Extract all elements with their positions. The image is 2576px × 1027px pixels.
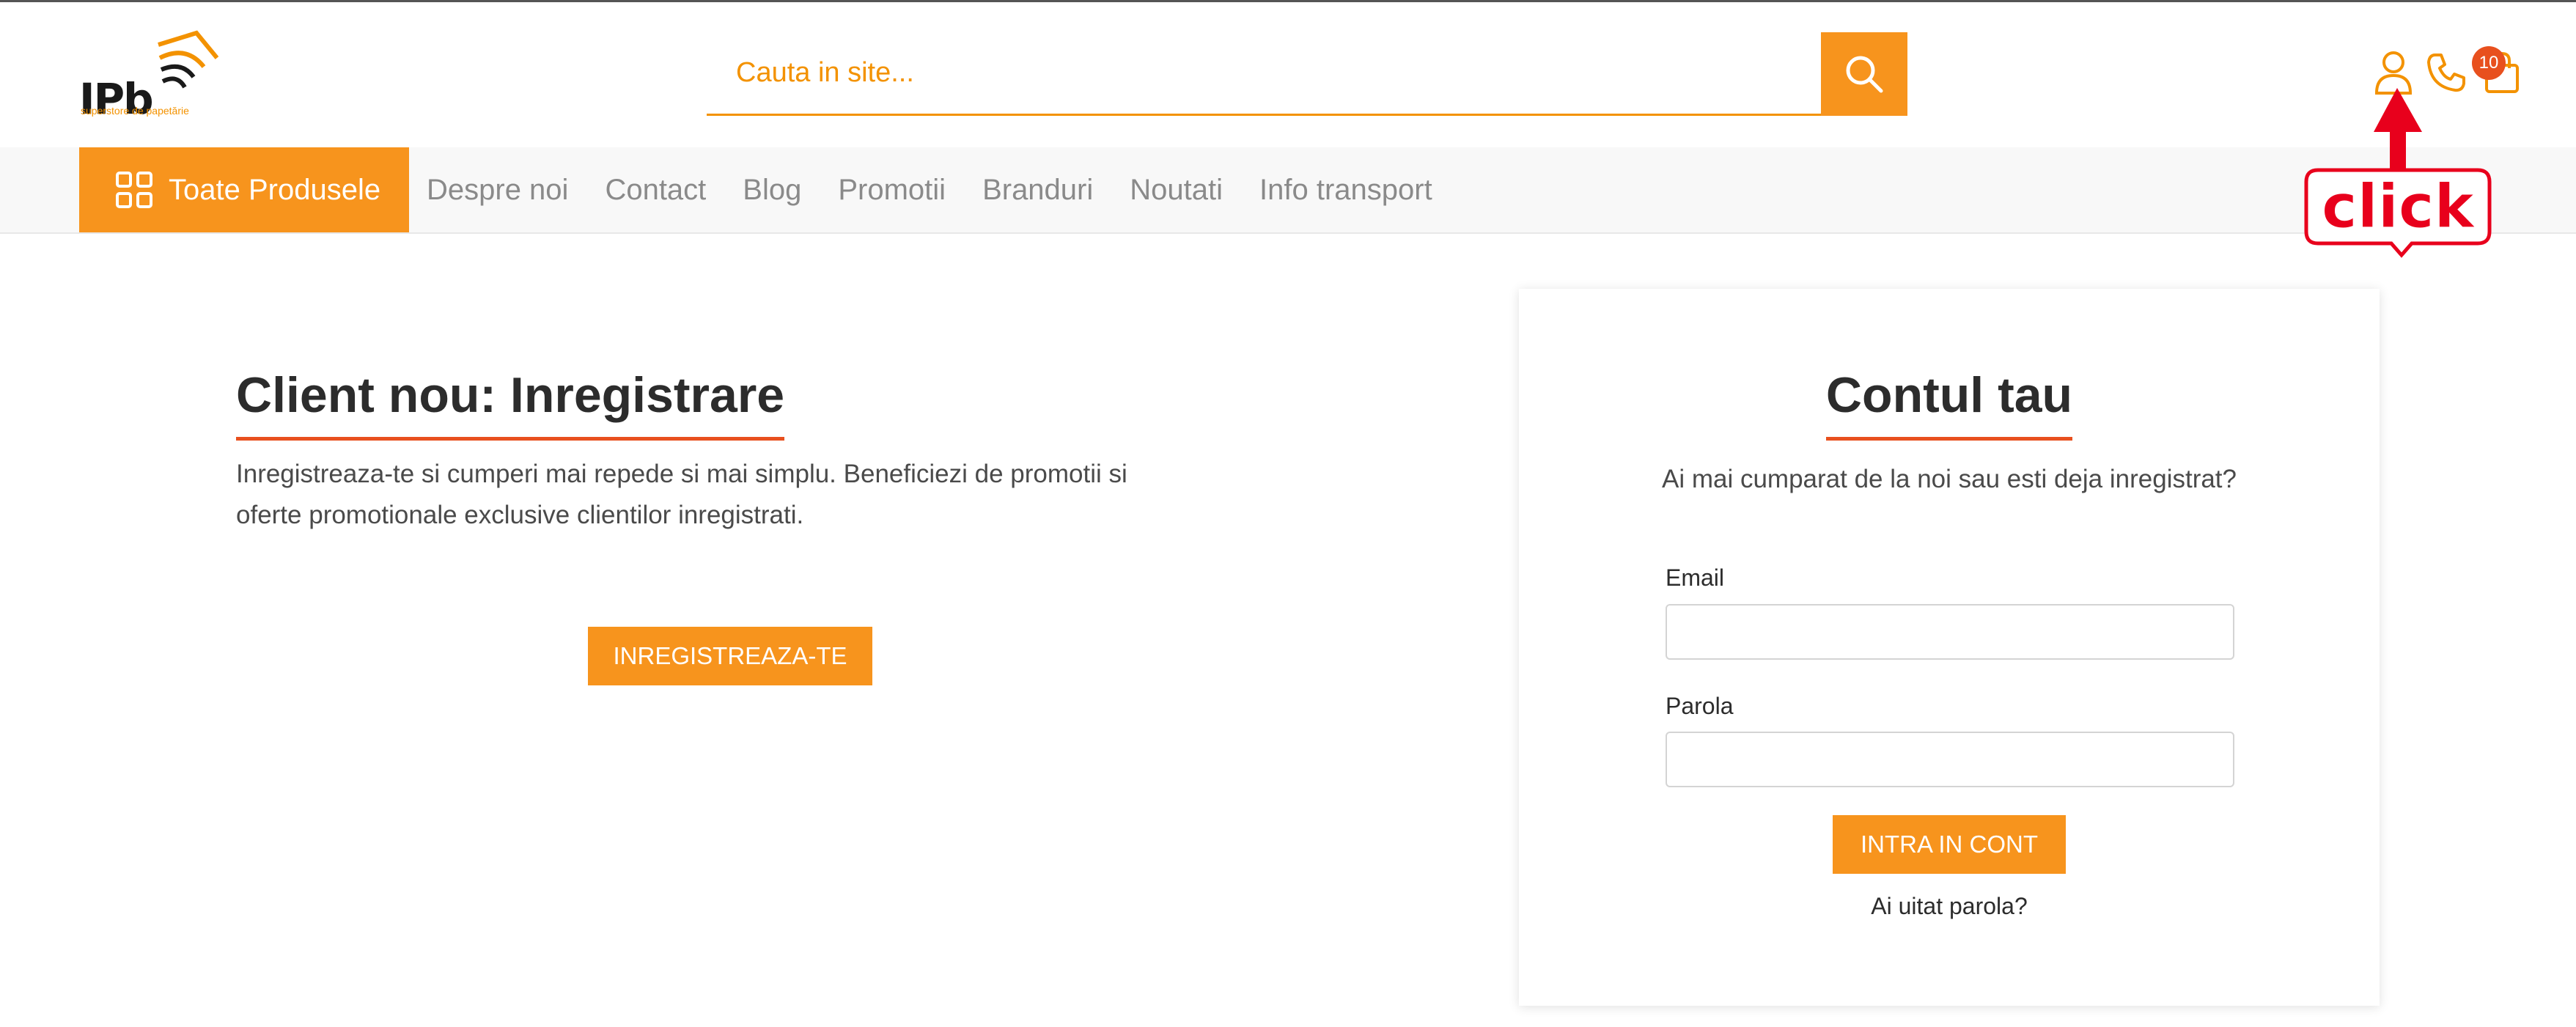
all-products-label: Toate Produsele bbox=[169, 173, 381, 206]
registration-title: Client nou: Inregistrare bbox=[236, 367, 785, 441]
registration-section: Client nou: Inregistrare Inregistreaza-t… bbox=[236, 367, 1262, 685]
logo-tagline: superstore de papetărie bbox=[81, 105, 189, 117]
registration-description: Inregistreaza-te si cumperi mai repede s… bbox=[236, 460, 1127, 529]
search-button[interactable] bbox=[1821, 32, 1907, 116]
annotation-arrow-icon bbox=[2374, 88, 2422, 170]
login-title-wrap: Contul tau bbox=[1519, 367, 2380, 441]
login-button[interactable]: INTRA IN CONT bbox=[1833, 815, 2066, 874]
login-title: Contul tau bbox=[1825, 367, 2073, 441]
email-field[interactable] bbox=[1666, 604, 2234, 660]
password-field[interactable] bbox=[1666, 732, 2234, 787]
nav-link-promotii[interactable]: Promotii bbox=[838, 174, 946, 207]
click-annotation: click bbox=[2304, 88, 2492, 258]
nav-link-despre-noi[interactable]: Despre noi bbox=[427, 174, 568, 207]
register-button[interactable]: INREGISTREAZA-TE bbox=[588, 627, 872, 685]
search-input[interactable] bbox=[707, 32, 1821, 116]
main-nav: Toate Produsele Despre noi Contact Blog … bbox=[0, 147, 2576, 234]
forgot-password-link[interactable]: Ai uitat parola? bbox=[1519, 893, 2380, 920]
nav-link-info-transport[interactable]: Info transport bbox=[1259, 174, 1432, 207]
search-bar bbox=[707, 32, 1907, 117]
nav-link-branduri[interactable]: Branduri bbox=[982, 174, 1093, 207]
email-label: Email bbox=[1666, 564, 1725, 591]
site-logo[interactable]: IPb superstore de papetărie bbox=[79, 29, 218, 124]
site-header: IPb superstore de papetărie Cauta in sit… bbox=[0, 2, 2576, 147]
password-label: Parola bbox=[1666, 693, 1734, 719]
login-card: Contul tau Ai mai cumparat de la noi sau… bbox=[1519, 289, 2380, 1006]
login-subtitle: Ai mai cumparat de la noi sau esti deja … bbox=[1661, 465, 2237, 493]
logo-arcs-icon bbox=[158, 30, 218, 89]
nav-link-noutati[interactable]: Noutati bbox=[1130, 174, 1223, 207]
nav-link-blog[interactable]: Blog bbox=[743, 174, 801, 207]
annotation-label: click bbox=[2322, 172, 2476, 242]
nav-links: Despre noi Contact Blog Promotii Brandur… bbox=[427, 147, 1469, 232]
search-icon bbox=[1846, 56, 1883, 93]
cart-count-badge: 10 bbox=[2472, 46, 2506, 80]
nav-link-contact[interactable]: Contact bbox=[605, 174, 706, 207]
grid-icon bbox=[116, 172, 152, 208]
all-products-button[interactable]: Toate Produsele bbox=[79, 147, 409, 232]
